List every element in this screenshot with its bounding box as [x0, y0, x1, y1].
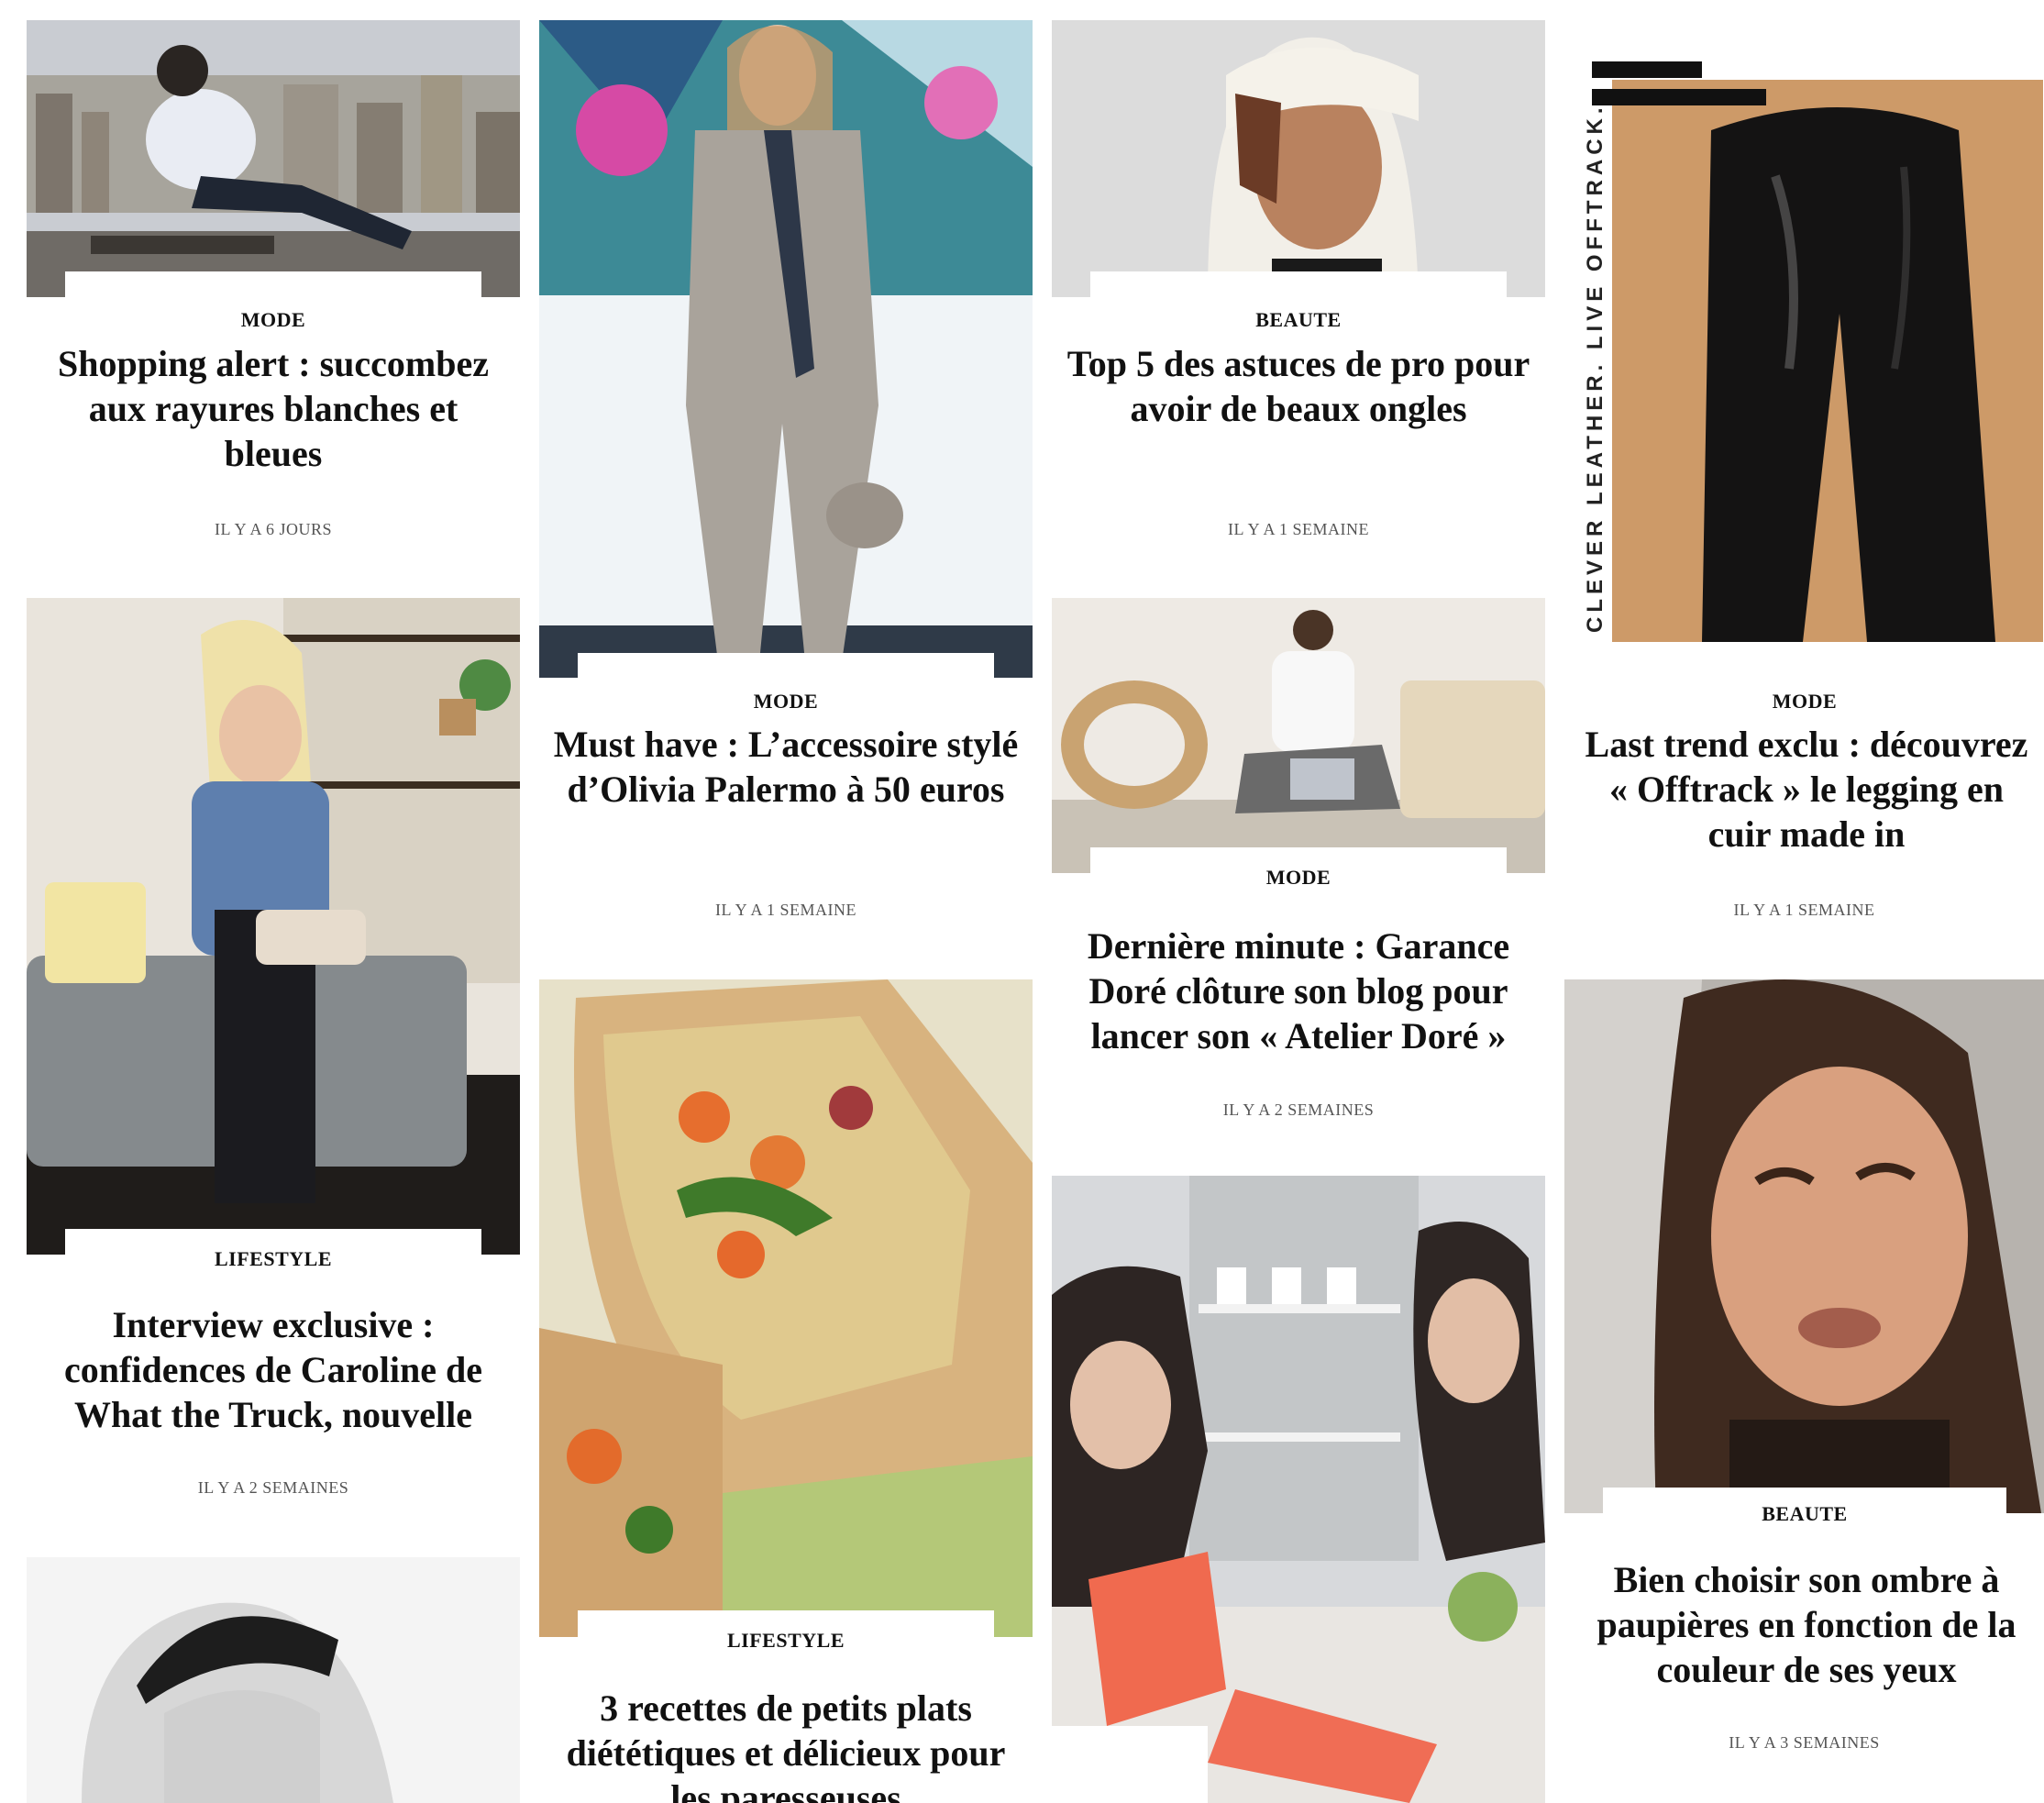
category-label[interactable]: MODE: [1090, 866, 1507, 890]
article-date: IL Y A 3 SEMAINES: [1729, 1733, 1880, 1752]
article-title[interactable]: Shopping alert : succombez aux rayures b…: [36, 341, 511, 477]
article-title[interactable]: Dernière minute : Garance Doré clôture s…: [1061, 924, 1536, 1059]
category-label[interactable]: MODE: [65, 308, 481, 332]
article-card[interactable]: LIFESTYLE Interview exclusive : confiden…: [27, 598, 520, 1506]
category-label[interactable]: MODE: [1603, 690, 2006, 713]
article-title[interactable]: Last trend exclu : découvrez « Offtrack …: [1574, 722, 2039, 857]
article-card[interactable]: [1052, 1176, 1545, 1803]
article-image[interactable]: [539, 20, 1033, 678]
category-label[interactable]: LIFESTYLE: [65, 1247, 481, 1271]
article-title[interactable]: Must have : L’accessoire stylé d’Olivia …: [548, 722, 1023, 857]
article-image[interactable]: [27, 598, 520, 1255]
article-title[interactable]: 3 recettes de petits plats diététiques e…: [548, 1686, 1023, 1803]
article-title[interactable]: Bien choisir son ombre à paupières en fo…: [1574, 1557, 2039, 1693]
article-card[interactable]: MODE Shopping alert : succombez aux rayu…: [27, 20, 520, 580]
article-image[interactable]: [1564, 979, 2044, 1513]
article-date: IL Y A 2 SEMAINES: [197, 1478, 349, 1497]
article-card[interactable]: [27, 1557, 520, 1803]
article-date: IL Y A 2 SEMAINES: [1222, 1101, 1375, 1119]
article-image[interactable]: [27, 20, 520, 297]
article-image[interactable]: [1052, 598, 1545, 873]
category-label[interactable]: BEAUTE: [1603, 1502, 2006, 1526]
article-image[interactable]: [1052, 1176, 1545, 1803]
article-image[interactable]: OT CLEVER LEATHER. LIVE OFFTRACK.: [1564, 20, 2044, 678]
article-date: IL Y A 1 SEMAINE: [1228, 520, 1369, 538]
article-date: IL Y A 1 SEMAINE: [1733, 901, 1875, 919]
article-image[interactable]: [539, 979, 1033, 1637]
article-image[interactable]: [1052, 20, 1545, 297]
article-card[interactable]: MODE Must have : L’accessoire stylé d’Ol…: [539, 20, 1033, 965]
category-label[interactable]: LIFESTYLE: [578, 1629, 994, 1653]
article-card[interactable]: OT CLEVER LEATHER. LIVE OFFTRACK. MODE L…: [1564, 20, 2044, 965]
article-date: IL Y A 1 SEMAINE: [715, 901, 856, 919]
article-title[interactable]: Top 5 des astuces de pro pour avoir de b…: [1061, 341, 1536, 477]
category-label[interactable]: MODE: [578, 690, 994, 713]
article-card[interactable]: LIFESTYLE 3 recettes de petits plats dié…: [539, 979, 1033, 1803]
article-title[interactable]: Interview exclusive : confidences de Car…: [36, 1302, 511, 1437]
ad-brand-text: CLEVER LEATHER. LIVE OFFTRACK.: [1583, 103, 1608, 633]
article-image[interactable]: [27, 1557, 520, 1803]
article-card[interactable]: BEAUTE Bien choisir son ombre à paupière…: [1564, 979, 2044, 1803]
category-label[interactable]: BEAUTE: [1090, 308, 1507, 332]
article-card[interactable]: BEAUTE Top 5 des astuces de pro pour avo…: [1052, 20, 1545, 580]
ad-logo: OT: [1592, 57, 1593, 58]
article-card[interactable]: MODE Dernière minute : Garance Doré clôt…: [1052, 598, 1545, 1146]
article-date: IL Y A 6 JOURS: [214, 520, 333, 538]
